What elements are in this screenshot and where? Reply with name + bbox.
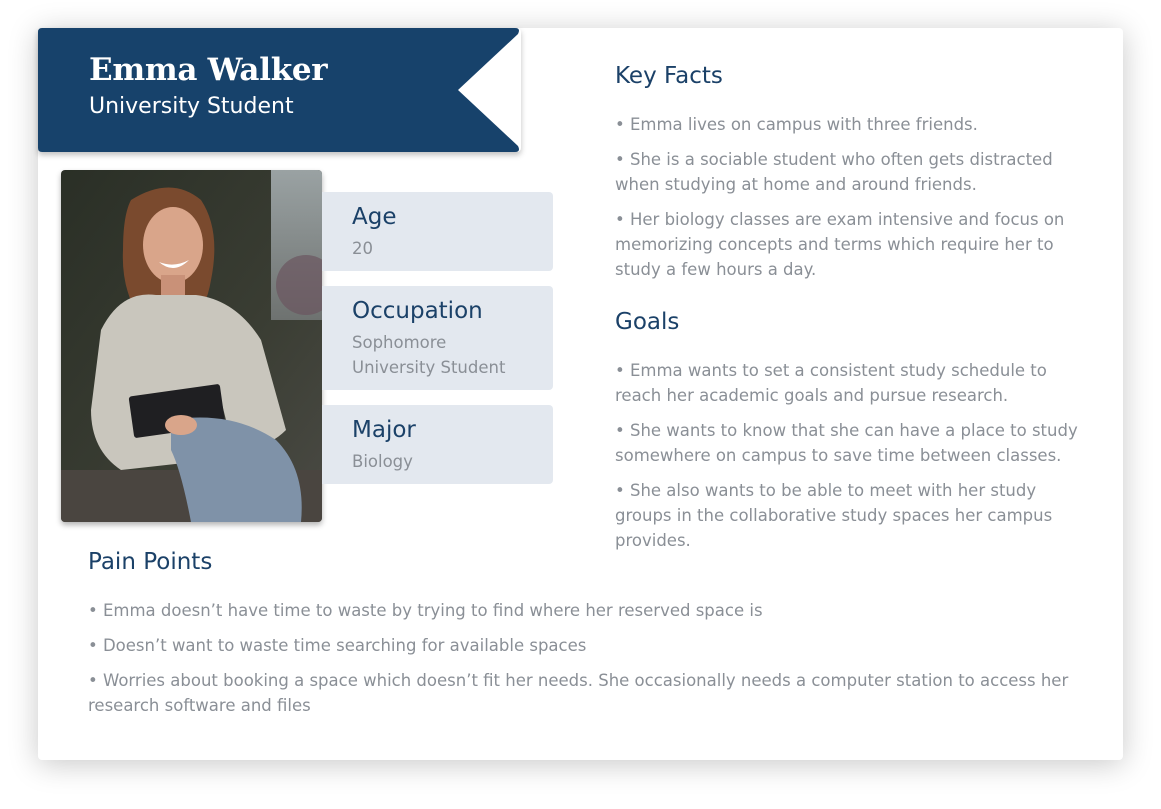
goal-item: • She also wants to be able to meet with…	[615, 481, 1053, 550]
info-age-value: 20	[352, 239, 373, 258]
key-fact-item: • She is a sociable student who often ge…	[615, 150, 1053, 194]
key-fact-item: • Emma lives on campus with three friend…	[615, 115, 978, 134]
pain-point-item: • Worries about booking a space which do…	[88, 671, 1069, 715]
pain-points-heading: Pain Points	[88, 549, 213, 575]
info-age-label: Age	[352, 204, 397, 230]
goal-item: • She wants to know that she can have a …	[615, 421, 1078, 465]
info-occupation-label: Occupation	[352, 298, 483, 324]
info-age: Age 20	[322, 192, 553, 271]
goals-heading: Goals	[615, 309, 680, 335]
key-facts-heading: Key Facts	[615, 63, 723, 89]
info-occupation-value: Sophomore University Student	[352, 333, 506, 377]
goal-item: • Emma wants to set a consistent study s…	[615, 361, 1047, 405]
key-fact-item: • Her biology classes are exam intensive…	[615, 210, 1065, 279]
info-major-value: Biology	[352, 452, 413, 471]
banner-ribbon-shape	[38, 28, 519, 152]
info-major: Major Biology	[322, 405, 553, 484]
goals-list: • Emma wants to set a consistent study s…	[615, 358, 1085, 563]
portrait-image	[61, 170, 322, 522]
key-facts-list: • Emma lives on campus with three friend…	[615, 112, 1085, 292]
persona-role: University Student	[89, 94, 294, 119]
pain-point-item: • Emma doesn’t have time to waste by try…	[88, 601, 763, 620]
name-banner	[38, 28, 521, 152]
persona-name: Emma Walker	[89, 52, 328, 88]
info-major-label: Major	[352, 417, 416, 443]
pain-point-item: • Doesn’t want to waste time searching f…	[88, 636, 587, 655]
persona-photo	[61, 170, 322, 522]
info-occupation: Occupation Sophomore University Student	[322, 286, 553, 390]
pain-points-list: • Emma doesn’t have time to waste by try…	[88, 598, 1088, 728]
